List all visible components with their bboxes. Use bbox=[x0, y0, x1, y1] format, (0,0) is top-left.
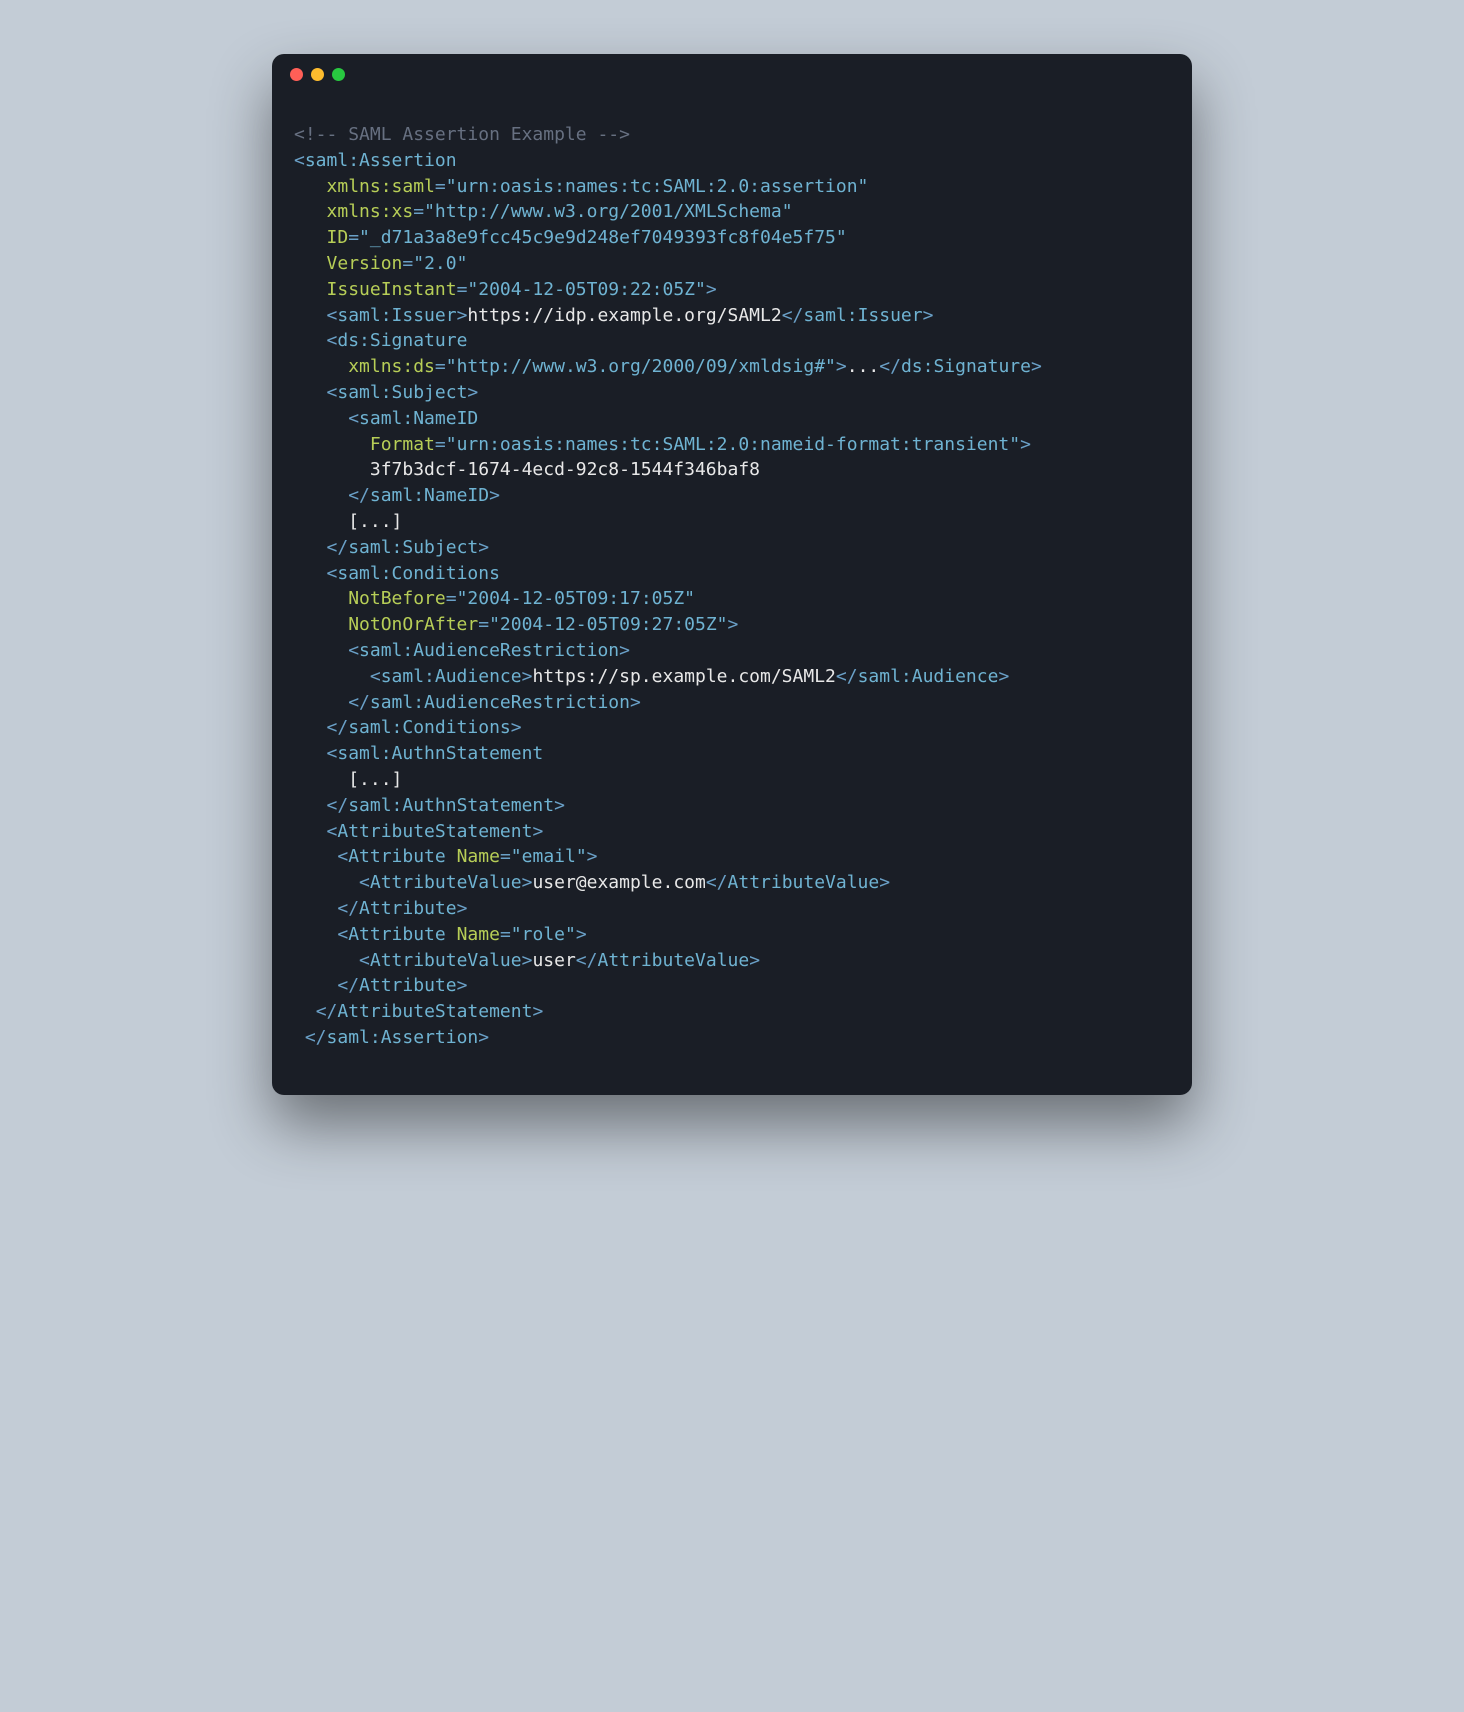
minimize-icon[interactable] bbox=[311, 68, 324, 81]
close-icon[interactable] bbox=[290, 68, 303, 81]
code-comment: SAML Assertion Example bbox=[348, 124, 586, 145]
root-open-tag: saml:Assertion bbox=[305, 150, 457, 171]
zoom-icon[interactable] bbox=[332, 68, 345, 81]
code-block: <!-- SAML Assertion Example --> <saml:As… bbox=[272, 112, 1192, 1077]
root-close-tag: saml:Assertion bbox=[327, 1027, 479, 1048]
window-titlebar bbox=[272, 54, 1192, 94]
code-window: <!-- SAML Assertion Example --> <saml:As… bbox=[272, 54, 1192, 1095]
